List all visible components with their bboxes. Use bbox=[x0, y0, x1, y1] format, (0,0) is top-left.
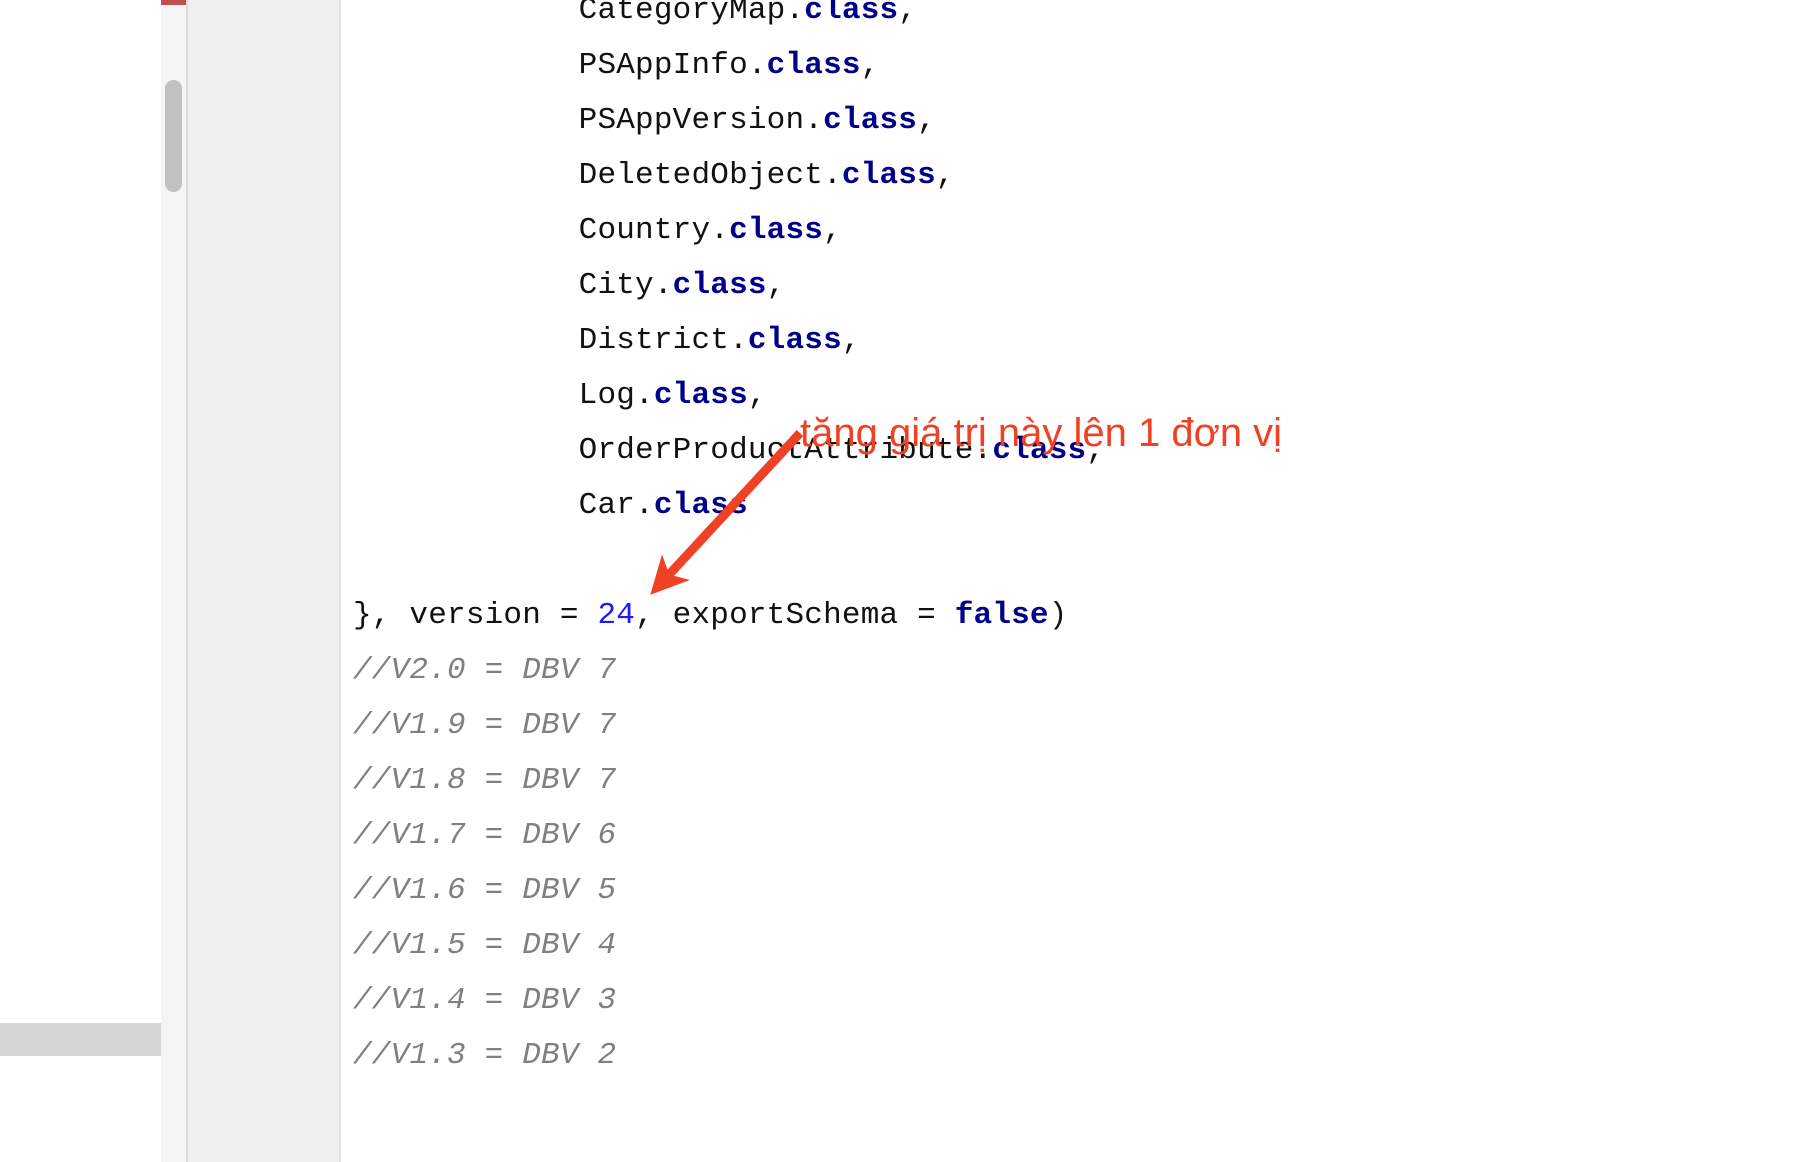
code-line[interactable]: //V1.5 = DBV 4 bbox=[353, 918, 616, 973]
code-token-plain: Country. bbox=[578, 213, 730, 248]
code-token-plain: CategoryMap. bbox=[578, 0, 805, 28]
code-token-keyword: class bbox=[672, 268, 767, 303]
line-number-gutter bbox=[188, 0, 339, 1162]
code-token-plain: , bbox=[860, 48, 880, 83]
code-token-plain: , exportSchema = bbox=[635, 598, 955, 633]
code-line[interactable]: District.class, bbox=[353, 313, 861, 368]
code-token-plain: , bbox=[766, 268, 786, 303]
code-line[interactable]: //V1.8 = DBV 7 bbox=[353, 753, 616, 808]
code-token-plain: }, version = bbox=[353, 598, 598, 633]
horizontal-scrollbar[interactable] bbox=[0, 1023, 161, 1056]
code-line[interactable]: PSAppVersion.class, bbox=[353, 93, 936, 148]
code-token-plain: PSAppInfo. bbox=[578, 48, 767, 83]
code-line[interactable]: PSAppInfo.class, bbox=[353, 38, 880, 93]
code-line[interactable]: Country.class, bbox=[353, 203, 842, 258]
code-token-comment: //V1.7 = DBV 6 bbox=[353, 818, 617, 853]
code-token-plain: DeletedObject. bbox=[578, 158, 842, 193]
code-token-comment: //V1.9 = DBV 7 bbox=[353, 708, 617, 743]
code-token-plain: , bbox=[917, 103, 936, 138]
code-token-plain: , bbox=[898, 0, 918, 28]
code-token-comment: //V1.4 = DBV 3 bbox=[353, 983, 617, 1018]
code-token-keyword: class bbox=[841, 158, 936, 193]
code-token-comment: //V1.5 = DBV 4 bbox=[353, 928, 617, 963]
vertical-scrollbar-thumb[interactable] bbox=[165, 80, 182, 192]
error-stripe-marker[interactable] bbox=[161, 0, 187, 5]
code-line[interactable]: //V1.7 = DBV 6 bbox=[353, 808, 616, 863]
code-token-keyword: class bbox=[766, 48, 861, 83]
code-token-plain: Log. bbox=[578, 378, 654, 413]
code-token-keyword: class bbox=[653, 378, 748, 413]
code-token-plain: , bbox=[935, 158, 955, 193]
code-token-keyword: class bbox=[729, 213, 824, 248]
code-line[interactable]: DeletedObject.class, bbox=[353, 148, 955, 203]
code-token-plain: ) bbox=[1048, 598, 1068, 633]
code-line[interactable]: CategoryMap.class, bbox=[353, 0, 917, 38]
code-line[interactable]: //V1.3 = DBV 2 bbox=[353, 1028, 616, 1083]
code-content-area[interactable]: CategoryMap.class, PSAppInfo.class, PSAp… bbox=[341, 0, 1802, 1162]
code-token-comment: //V1.8 = DBV 7 bbox=[353, 763, 617, 798]
code-token-comment: //V1.3 = DBV 2 bbox=[353, 1038, 617, 1073]
code-token-number: 24 bbox=[597, 598, 636, 633]
code-line[interactable]: }, version = 24, exportSchema = false) bbox=[353, 588, 1068, 643]
code-line[interactable]: City.class, bbox=[353, 258, 786, 313]
code-line[interactable]: //V1.9 = DBV 7 bbox=[353, 698, 616, 753]
code-token-plain: District. bbox=[578, 323, 748, 358]
code-token-plain: PSAppVersion. bbox=[578, 103, 824, 138]
code-line[interactable]: //V1.4 = DBV 3 bbox=[353, 973, 616, 1028]
code-line[interactable]: Log.class, bbox=[353, 368, 767, 423]
code-token-plain: Car. bbox=[578, 488, 654, 523]
code-token-plain: , bbox=[841, 323, 861, 358]
code-line[interactable]: //V2.0 = DBV 7 bbox=[353, 643, 616, 698]
code-token-keyword: class bbox=[823, 103, 918, 138]
annotation-text: tăng giá trị này lên 1 đơn vị bbox=[800, 411, 1283, 455]
code-token-comment: //V1.6 = DBV 5 bbox=[353, 873, 617, 908]
code-token-keyword: class bbox=[653, 488, 748, 523]
left-blank-pane bbox=[0, 0, 161, 1162]
code-token-keyword: class bbox=[804, 0, 899, 28]
code-token-keyword: false bbox=[954, 598, 1049, 633]
code-token-plain: , bbox=[747, 378, 767, 413]
code-token-plain: City. bbox=[578, 268, 673, 303]
code-token-comment: //V2.0 = DBV 7 bbox=[353, 653, 617, 688]
code-line[interactable]: Car.class bbox=[353, 478, 748, 533]
code-token-keyword: class bbox=[747, 323, 842, 358]
code-token-plain: , bbox=[823, 213, 842, 248]
code-editor-screenshot: 1041051061071081091101111121131141151161… bbox=[0, 0, 1802, 1162]
code-line[interactable]: //V1.6 = DBV 5 bbox=[353, 863, 616, 918]
